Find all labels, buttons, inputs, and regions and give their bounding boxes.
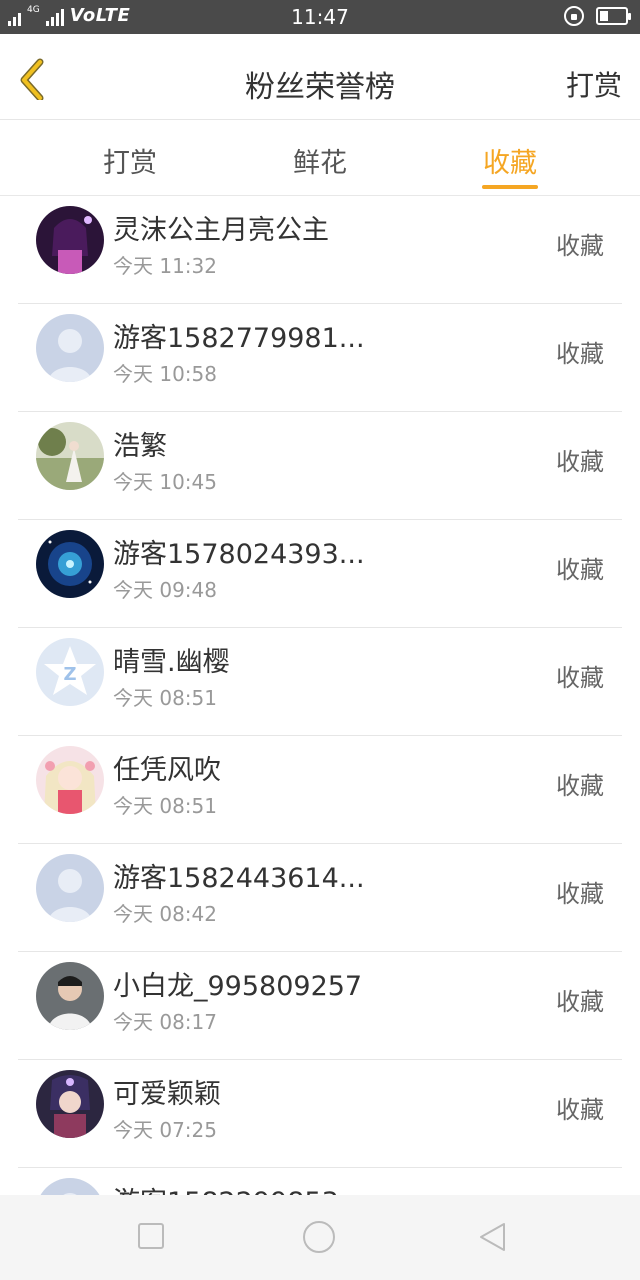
fan-timestamp: 今天 10:45	[113, 470, 217, 494]
fan-list-item[interactable]: 灵沫公主月亮公主今天 11:32 收藏	[18, 196, 622, 304]
battery-icon	[596, 7, 631, 25]
avatar[interactable]: Z	[36, 638, 104, 706]
fan-action-label: 收藏	[556, 880, 604, 908]
fan-action-label: 收藏	[556, 772, 604, 800]
avatar[interactable]	[36, 746, 104, 814]
fan-name: 游客1582779981...	[113, 323, 365, 354]
active-tab-indicator	[482, 185, 538, 189]
fan-action-label: 收藏	[556, 1096, 604, 1124]
home-icon[interactable]	[303, 1221, 335, 1253]
reward-button[interactable]: 打赏	[566, 64, 622, 104]
fan-list-item[interactable]: 游客1582443614... 今天 08:42 收藏	[18, 844, 622, 952]
fan-list-item[interactable]: 游客1582299853	[18, 1168, 622, 1196]
svg-text:Z: Z	[63, 664, 76, 685]
fan-name: 可爱颖颖	[113, 1079, 221, 1110]
page-title: 粉丝荣誉榜	[245, 70, 395, 105]
avatar[interactable]	[36, 962, 104, 1030]
fan-timestamp: 今天 09:48	[113, 578, 217, 602]
fan-list-item[interactable]: 任凭风吹今天 08:51 收藏	[18, 736, 622, 844]
fan-timestamp: 今天 08:51	[113, 686, 217, 710]
status-right	[564, 6, 631, 26]
fan-list-item[interactable]: Z 晴雪.幽樱今天 08:51 收藏	[18, 628, 622, 736]
fan-action-label: 收藏	[556, 340, 604, 368]
fan-name: 任凭风吹	[113, 755, 221, 786]
fan-list-item[interactable]: 小白龙_995809257 今天 08:17 收藏	[18, 952, 622, 1060]
fan-name: 游客1582443614...	[113, 863, 365, 894]
recent-apps-icon[interactable]	[138, 1223, 164, 1249]
fan-timestamp: 今天 07:25	[113, 1118, 217, 1142]
fan-name: 游客1582299853	[113, 1180, 339, 1196]
fan-name: 晴雪.幽樱	[113, 647, 230, 678]
avatar[interactable]	[36, 422, 104, 490]
avatar[interactable]	[36, 530, 104, 598]
fan-action-label: 收藏	[556, 988, 604, 1016]
avatar[interactable]	[36, 1070, 104, 1138]
fan-action-label: 收藏	[556, 448, 604, 476]
back-icon[interactable]	[478, 1221, 508, 1253]
fan-name: 游客1578024393...	[113, 539, 365, 570]
avatar[interactable]	[36, 1178, 104, 1196]
fan-name: 小白龙_995809257	[113, 971, 363, 1002]
fan-timestamp: 今天 08:42	[113, 902, 217, 926]
fan-timestamp: 今天 08:51	[113, 794, 217, 818]
avatar[interactable]	[36, 314, 104, 382]
rotation-lock-icon	[564, 6, 584, 26]
tab-favorites[interactable]: 收藏	[450, 141, 570, 180]
fan-timestamp: 今天 08:17	[113, 1010, 217, 1034]
fan-list-item[interactable]: 游客1578024393... 今天 09:48 收藏	[18, 520, 622, 628]
fan-list-item[interactable]: 可爱颖颖今天 07:25 收藏	[18, 1060, 622, 1168]
tab-bar: 打赏 鲜花 收藏	[0, 121, 640, 196]
status-bar: 4G VoLTE 11:47	[0, 0, 640, 34]
status-time: 11:47	[291, 5, 349, 29]
avatar[interactable]	[36, 854, 104, 922]
fan-name: 浩繁	[113, 431, 167, 462]
avatar[interactable]	[36, 206, 104, 274]
fan-action-label: 收藏	[556, 664, 604, 692]
header: 粉丝荣誉榜 打赏	[0, 34, 640, 120]
system-nav-bar	[0, 1195, 640, 1280]
tab-reward[interactable]: 打赏	[70, 141, 190, 180]
fan-action-label: 收藏	[556, 556, 604, 584]
fan-list-item[interactable]: 浩繁今天 10:45 收藏	[18, 412, 622, 520]
fan-timestamp: 今天 10:58	[113, 362, 217, 386]
fan-action-label: 收藏	[556, 232, 604, 260]
tab-flowers[interactable]: 鲜花	[260, 141, 380, 180]
fan-name: 灵沫公主月亮公主	[113, 215, 329, 246]
fan-timestamp: 今天 11:32	[113, 254, 217, 278]
fan-list: 灵沫公主月亮公主 今天 11:32 收藏 游客1582779981... 今天 10:5…	[0, 196, 640, 1196]
fan-list-item[interactable]: 游客1582779981... 今天 10:58 收藏	[18, 304, 622, 412]
